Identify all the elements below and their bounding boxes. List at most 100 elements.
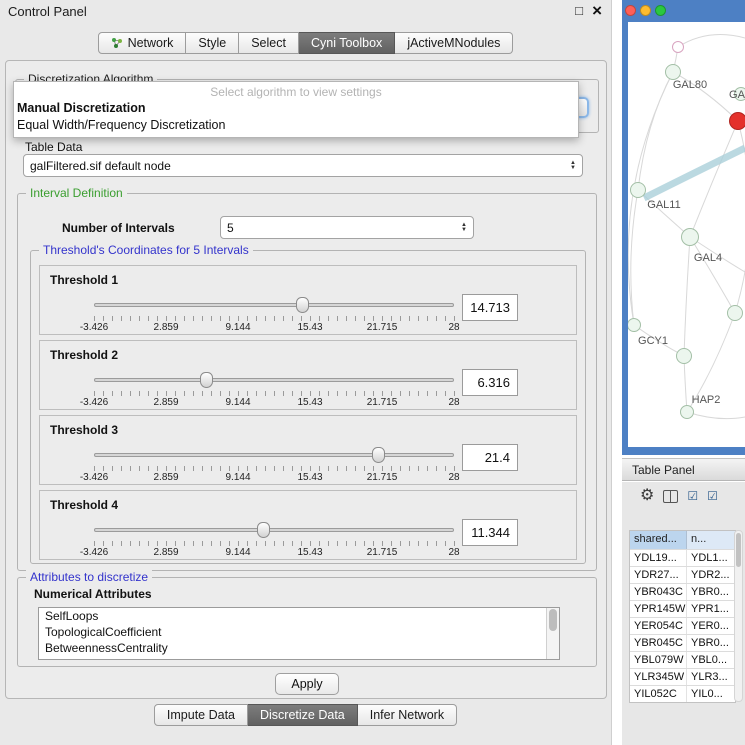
slider-ticks bbox=[94, 466, 455, 471]
table-row[interactable]: YLR345WYLR3... bbox=[630, 668, 735, 685]
table-row[interactable]: YPR145WYPR1... bbox=[630, 600, 735, 617]
tab-cyni-toolbox[interactable]: Cyni Toolbox bbox=[299, 32, 395, 54]
network-node[interactable] bbox=[729, 112, 745, 130]
table-cell: YIL0... bbox=[687, 686, 735, 702]
table-row[interactable]: YBR043CYBR0... bbox=[630, 583, 735, 600]
threshold-value-field[interactable]: 14.713 bbox=[462, 294, 518, 321]
tab-label: Infer Network bbox=[370, 708, 444, 722]
list-scrollbar[interactable] bbox=[546, 608, 559, 659]
column-header[interactable]: n... bbox=[687, 531, 735, 549]
threshold-panel-4: Threshold 4-3.4262.8599.14415.4321.71528… bbox=[39, 490, 577, 560]
scrollbar-thumb[interactable] bbox=[549, 609, 557, 631]
table-header-row: shared...n... bbox=[630, 531, 735, 549]
tab-label: Discretize Data bbox=[260, 708, 345, 722]
tab-select[interactable]: Select bbox=[239, 32, 299, 54]
num-intervals-label: Number of Intervals bbox=[62, 221, 175, 235]
network-node-label: GAL80 bbox=[673, 79, 707, 91]
network-node[interactable] bbox=[665, 64, 681, 80]
attribute-item[interactable]: SelfLoops bbox=[39, 608, 559, 624]
table-cell: YBR045C bbox=[630, 635, 687, 651]
table-cell: YLR3... bbox=[687, 669, 735, 685]
tab-infer-network[interactable]: Infer Network bbox=[358, 704, 457, 726]
attribute-item[interactable]: BetweennessCentrality bbox=[39, 640, 559, 656]
column-header[interactable]: shared... bbox=[630, 531, 687, 549]
threshold-label: Threshold 2 bbox=[50, 348, 118, 362]
tab-network[interactable]: Network bbox=[98, 32, 187, 54]
scale-label: 28 bbox=[448, 322, 459, 333]
select-none-icon[interactable]: ☑ bbox=[707, 490, 718, 503]
table-cell: YBR043C bbox=[630, 584, 687, 600]
table-row[interactable]: YBR045CYBR0... bbox=[630, 634, 735, 651]
tab-label: Select bbox=[251, 36, 286, 50]
scale-label: 21.715 bbox=[367, 472, 398, 483]
traffic-zoom-icon[interactable] bbox=[655, 5, 666, 16]
threshold-slider[interactable] bbox=[94, 446, 454, 463]
network-node[interactable] bbox=[676, 348, 692, 364]
numerical-attributes-list[interactable]: SelfLoopsTopologicalCoefficientBetweenne… bbox=[38, 607, 560, 660]
network-node[interactable] bbox=[680, 405, 694, 419]
slider-thumb[interactable] bbox=[372, 447, 385, 463]
slider-thumb[interactable] bbox=[200, 372, 213, 388]
threshold-label: Threshold 3 bbox=[50, 423, 118, 437]
algorithm-option[interactable]: Manual Discretization bbox=[14, 100, 578, 117]
float-window-icon[interactable]: □ bbox=[575, 3, 583, 18]
scale-label: 9.144 bbox=[225, 322, 250, 333]
bottom-tab-bar: Impute Data Discretize Data Infer Network bbox=[0, 704, 611, 726]
network-node-label: GAL11 bbox=[647, 199, 680, 211]
table-row[interactable]: YER054CYER0... bbox=[630, 617, 735, 634]
thresholds-group: Threshold's Coordinates for 5 Intervals … bbox=[30, 250, 586, 564]
network-node[interactable] bbox=[672, 41, 684, 53]
threshold-value-field[interactable]: 6.316 bbox=[462, 369, 518, 396]
table-row[interactable]: YIL052CYIL0... bbox=[630, 685, 735, 702]
threshold-slider[interactable] bbox=[94, 296, 454, 313]
attributes-items: SelfLoopsTopologicalCoefficientBetweenne… bbox=[39, 608, 559, 656]
scrollbar-thumb[interactable] bbox=[736, 533, 741, 567]
table-cell: YDR2... bbox=[687, 567, 735, 583]
table-row[interactable]: YDL19...YDL1... bbox=[630, 549, 735, 566]
attribute-item[interactable]: TopologicalCoefficient bbox=[39, 624, 559, 640]
scale-label: 9.144 bbox=[225, 547, 250, 558]
threshold-value-field[interactable]: 21.4 bbox=[462, 444, 518, 471]
table-row[interactable]: YDR27...YDR2... bbox=[630, 566, 735, 583]
traffic-minimize-icon[interactable] bbox=[640, 5, 651, 16]
scale-label: 9.144 bbox=[225, 397, 250, 408]
threshold-slider[interactable] bbox=[94, 521, 454, 538]
network-node[interactable] bbox=[630, 182, 646, 198]
traffic-close-icon[interactable] bbox=[625, 5, 636, 16]
table-row[interactable]: YBL079WYBL0... bbox=[630, 651, 735, 668]
slider-scale: -3.4262.8599.14415.4321.71528 bbox=[94, 547, 454, 559]
slider-thumb[interactable] bbox=[296, 297, 309, 313]
network-node-label: GCY1 bbox=[638, 335, 668, 347]
threshold-slider[interactable] bbox=[94, 371, 454, 388]
scale-label: 2.859 bbox=[153, 397, 178, 408]
slider-track bbox=[94, 528, 454, 532]
tab-style[interactable]: Style bbox=[186, 32, 239, 54]
algorithm-option[interactable]: Equal Width/Frequency Discretization bbox=[14, 117, 578, 134]
network-node-label: GAL4 bbox=[694, 252, 722, 264]
tab-impute-data[interactable]: Impute Data bbox=[154, 704, 248, 726]
table-scrollbar[interactable] bbox=[734, 530, 743, 702]
slider-thumb[interactable] bbox=[257, 522, 270, 538]
table-cell: YIL052C bbox=[630, 686, 687, 702]
network-node[interactable] bbox=[727, 305, 743, 321]
table-cell: YBR0... bbox=[687, 584, 735, 600]
columns-icon[interactable] bbox=[663, 490, 678, 503]
table-data-combo[interactable]: galFiltered.sif default node ▲▼ bbox=[23, 154, 583, 177]
interval-definition-title: Interval Definition bbox=[26, 186, 127, 200]
tab-label: Network bbox=[128, 36, 174, 50]
apply-button[interactable]: Apply bbox=[275, 673, 339, 695]
network-node[interactable] bbox=[681, 228, 699, 246]
threshold-value-field[interactable]: 11.344 bbox=[462, 519, 518, 546]
slider-ticks bbox=[94, 316, 455, 321]
tab-jactivemnodules[interactable]: jActiveMNodules bbox=[395, 32, 513, 54]
network-canvas[interactable]: GAL80GAGAL11GAL4GCY1HAP2 bbox=[628, 22, 745, 447]
tab-discretize-data[interactable]: Discretize Data bbox=[248, 704, 358, 726]
threshold-panel-3: Threshold 3-3.4262.8599.14415.4321.71528… bbox=[39, 415, 577, 485]
select-all-icon[interactable]: ☑ bbox=[687, 490, 698, 503]
table-cell: YBL079W bbox=[630, 652, 687, 668]
num-intervals-combo[interactable]: 5 ▲▼ bbox=[220, 216, 474, 239]
close-window-icon[interactable]: × bbox=[592, 1, 602, 21]
threshold-label: Threshold 1 bbox=[50, 273, 118, 287]
scale-label: 9.144 bbox=[225, 472, 250, 483]
gear-icon[interactable]: ⚙ bbox=[640, 488, 654, 504]
